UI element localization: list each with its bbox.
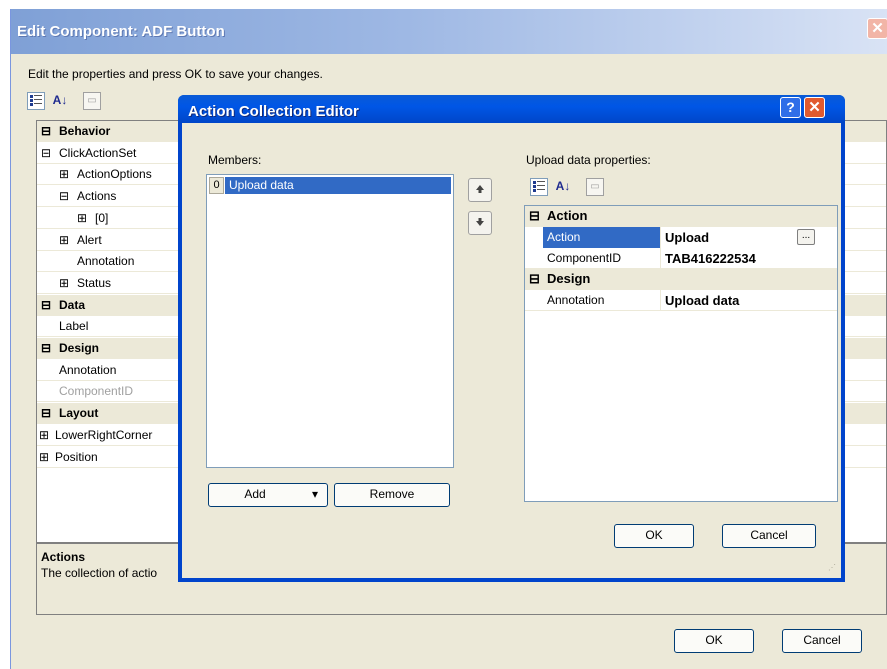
property-name: Annotation [547,293,605,307]
grid-row-label: Layout [59,406,99,421]
grid-row-label: Data [59,297,86,312]
property-name: Action [547,230,581,244]
grid-row-label: ComponentID [59,384,134,399]
editor-title: Action Collection Editor [188,103,359,120]
grid-row-label: Actions [77,189,117,204]
property-name: ComponentID [547,251,622,265]
outer-title-bar[interactable]: Edit Component: ADF Button ✕ [11,9,887,54]
collapse-icon[interactable]: ⊟ [41,146,51,160]
collapse-icon[interactable]: ⊟ [529,271,540,287]
property-row-componentid[interactable]: ComponentID TAB416222534 [525,248,837,269]
ellipsis-button[interactable]: ... [797,229,815,245]
property-value[interactable]: Upload data [665,293,739,308]
category-label: Design [547,271,591,286]
expand-icon[interactable]: ⊞ [39,450,49,464]
member-item[interactable]: 0 Upload data [209,177,451,194]
editor-alphabetical-sort-icon[interactable]: A↓ [552,178,574,196]
add-button-label: Add [244,487,266,501]
members-label: Members: [208,153,262,167]
editor-categorized-glyph-icon [533,181,545,192]
description-title: Actions [41,550,86,564]
grid-row-label: ActionOptions [77,167,152,182]
alphabetical-sort-icon[interactable]: A↓ [49,92,71,110]
move-up-button[interactable] [468,178,492,202]
editor-title-bar[interactable]: Action Collection Editor ? ✕ [178,95,845,123]
category-action[interactable]: ⊟ Action [525,206,837,227]
editor-close-icon[interactable]: ✕ [804,97,825,118]
property-row-action[interactable]: Action Upload ... [525,227,837,248]
editor-cancel-button[interactable]: Cancel [722,524,816,548]
expand-icon[interactable]: ⊞ [77,211,87,225]
outer-ok-button[interactable]: OK [674,629,754,653]
move-down-button[interactable] [468,211,492,235]
collapse-icon[interactable]: ⊟ [529,208,540,224]
column-separator [660,290,661,311]
grid-row-label: Design [59,341,100,355]
property-value[interactable]: Upload [665,230,709,245]
grid-row-label: Label [59,319,89,334]
outer-cancel-button[interactable]: Cancel [782,629,862,653]
expand-icon[interactable]: ⊞ [59,167,69,181]
member-index: 0 [209,177,224,194]
grid-row-label: Behavior [59,124,111,138]
members-list[interactable]: 0 Upload data [206,174,454,468]
property-value[interactable]: TAB416222534 [665,251,756,266]
collapse-icon[interactable]: ⊟ [41,406,51,420]
collapse-icon[interactable]: ⊟ [59,189,69,203]
outer-dialog-title: Edit Component: ADF Button [17,23,225,40]
collapse-icon[interactable]: ⊟ [41,341,51,355]
arrow-down-icon [476,218,484,226]
expand-icon[interactable]: ⊞ [39,428,49,442]
categorized-glyph-icon [30,95,42,106]
property-row-annotation[interactable]: Annotation Upload data [525,290,837,311]
description-text: The collection of actio [41,566,158,580]
expand-icon[interactable]: ⊞ [59,276,69,290]
remove-button[interactable]: Remove [334,483,450,507]
grid-row-label: [0] [95,210,109,225]
outer-close-icon[interactable]: ✕ [867,18,887,39]
expand-icon[interactable]: ⊞ [59,233,69,247]
editor-ok-button[interactable]: OK [614,524,694,548]
member-label: Upload data [225,177,451,194]
action-collection-editor: Action Collection Editor ? ✕ Members: 0 … [178,95,845,582]
collapse-icon[interactable]: ⊟ [41,124,51,138]
properties-label: Upload data properties: [526,153,651,167]
category-label: Action [547,208,588,223]
column-separator [660,248,661,269]
property-pages-icon[interactable]: ▭ [83,92,101,110]
add-button[interactable]: Add ▾ [208,483,328,507]
column-separator [660,227,661,248]
grid-row-label: Annotation [77,254,135,269]
grid-row-label: ClickActionSet [59,145,137,160]
collapse-icon[interactable]: ⊟ [41,298,51,312]
resize-grip-icon[interactable]: ⋰ [828,564,838,575]
grid-row-label: Status [77,275,112,290]
instruction-text: Edit the properties and press OK to save… [28,67,323,81]
grid-row-label: LowerRightCorner [55,427,153,442]
category-design[interactable]: ⊟ Design [525,269,837,290]
editor-body: Members: 0 Upload data Add ▾ Remove Uplo… [182,123,841,578]
add-dropdown-icon[interactable]: ▾ [305,484,325,505]
grid-row-label: Alert [77,232,102,247]
editor-property-pages-icon[interactable]: ▭ [586,178,604,196]
arrow-up-icon [476,185,484,193]
grid-row-label: Position [55,449,98,464]
grid-row-label: Annotation [59,362,117,377]
help-icon[interactable]: ? [780,97,801,118]
action-properties-grid[interactable]: ⊟ Action Action Upload ... ComponentID T… [524,205,838,502]
editor-categorized-icon[interactable] [530,178,548,196]
categorized-icon[interactable] [27,92,45,110]
